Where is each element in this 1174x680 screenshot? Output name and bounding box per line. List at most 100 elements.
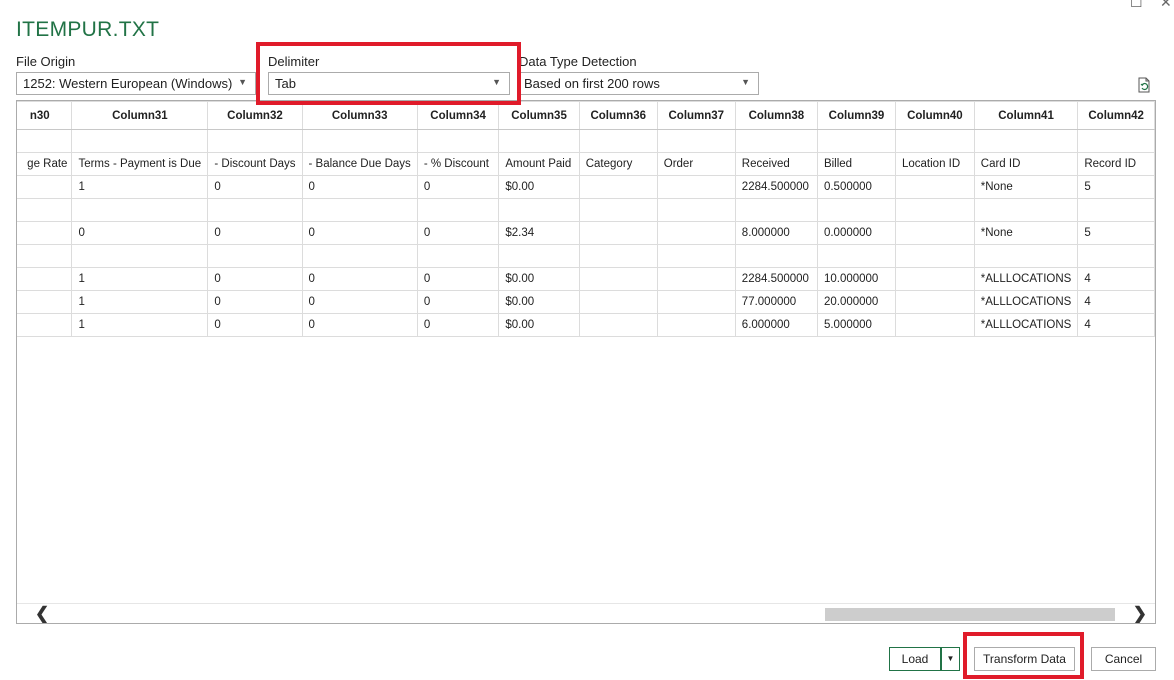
table-cell: 0 — [416, 290, 500, 314]
table-cell — [498, 198, 580, 222]
transform-highlight-box — [963, 632, 1084, 679]
table-cell — [71, 198, 209, 222]
table-cell — [416, 198, 500, 222]
scroll-left-icon[interactable]: ❮ — [35, 604, 49, 623]
column-header[interactable]: Column31 — [71, 101, 209, 130]
table-cell — [17, 313, 73, 337]
table-cell: $0.00 — [498, 313, 580, 337]
table-row — [17, 198, 1155, 222]
column-header[interactable]: Column35 — [498, 101, 580, 130]
table-cell — [973, 129, 1079, 153]
column-header[interactable]: n30 — [17, 101, 73, 130]
data-type-detection-dropdown[interactable]: Based on first 200 rows ▼ — [517, 72, 759, 95]
table-cell — [1077, 129, 1155, 153]
table-cell: 0 — [71, 221, 209, 245]
column-header[interactable]: Column40 — [894, 101, 975, 130]
table-cell — [17, 267, 73, 291]
table-row — [17, 244, 1155, 268]
load-dropdown-button[interactable]: ▼ — [941, 647, 960, 671]
table-cell: 0.500000 — [816, 175, 896, 199]
table-cell: 77.000000 — [734, 290, 818, 314]
table-cell: 6.000000 — [734, 313, 818, 337]
column-header[interactable]: Column36 — [578, 101, 658, 130]
table-cell — [656, 290, 736, 314]
table-cell: 0.000000 — [816, 221, 896, 245]
column-header[interactable]: Column33 — [301, 101, 418, 130]
table-cell — [578, 267, 658, 291]
table-cell: *ALLLOCATIONS — [973, 290, 1079, 314]
table-row: 1 0 0 0 $0.00 2284.500000 0.500000 *None 5 — [17, 175, 1155, 199]
table-cell: - Balance Due Days — [301, 152, 418, 176]
load-button[interactable]: Load — [889, 647, 941, 671]
table-cell — [894, 267, 975, 291]
column-header[interactable]: Column34 — [416, 101, 500, 130]
close-icon[interactable]: ✕ — [1160, 0, 1172, 11]
table-cell — [578, 313, 658, 337]
table-cell: 0 — [301, 313, 418, 337]
column-header[interactable]: Column32 — [207, 101, 303, 130]
table-cell: Order — [656, 152, 736, 176]
column-header[interactable]: Column39 — [816, 101, 896, 130]
table-cell: 1 — [71, 267, 209, 291]
column-header[interactable]: Column37 — [656, 101, 736, 130]
table-cell: $2.34 — [498, 221, 580, 245]
table-cell — [578, 175, 658, 199]
table-cell — [734, 244, 818, 268]
file-origin-dropdown[interactable]: 1252: Western European (Windows) ▼ — [16, 72, 256, 95]
table-cell — [207, 129, 303, 153]
table-cell: Category — [578, 152, 658, 176]
table-cell — [894, 198, 975, 222]
table-cell — [656, 175, 736, 199]
table-cell: 1 — [71, 290, 209, 314]
table-cell — [498, 129, 580, 153]
table-cell: 4 — [1077, 313, 1155, 337]
table-cell: 5 — [1077, 221, 1155, 245]
table-cell: Location ID — [894, 152, 975, 176]
scroll-right-icon[interactable]: ❯ — [1133, 604, 1147, 623]
table-cell: 0 — [416, 313, 500, 337]
maximize-icon[interactable]: ☐ — [1130, 0, 1143, 11]
table-cell: ge Rate — [17, 152, 73, 176]
table-cell: 0 — [207, 313, 303, 337]
refresh-icon[interactable] — [1136, 77, 1152, 93]
table-cell: 0 — [416, 175, 500, 199]
cancel-button[interactable]: Cancel — [1091, 647, 1156, 671]
horizontal-scrollbar[interactable]: ❮ ❯ — [17, 603, 1155, 623]
table-cell: *None — [973, 175, 1079, 199]
table-cell: 0 — [416, 267, 500, 291]
table-row: 0 0 0 0 $2.34 8.000000 0.000000 *None 5 — [17, 221, 1155, 245]
table-cell: 0 — [207, 221, 303, 245]
table-cell: 0 — [207, 175, 303, 199]
table-cell — [816, 244, 896, 268]
column-header[interactable]: Column42 — [1077, 101, 1155, 130]
table-cell — [578, 244, 658, 268]
table-cell — [1077, 244, 1155, 268]
table-cell: *ALLLOCATIONS — [973, 267, 1079, 291]
data-preview-grid[interactable]: n30 Column31 Column32 Column33 Column34 Colum… — [16, 100, 1156, 624]
table-cell: 0 — [207, 290, 303, 314]
file-origin-label: File Origin — [16, 54, 76, 69]
table-row: 1 0 0 0 $0.00 6.000000 5.000000 *ALLLOCATIONS 4 — [17, 313, 1155, 337]
table-cell: 10.000000 — [816, 267, 896, 291]
table-cell — [656, 313, 736, 337]
table-cell: 4 — [1077, 290, 1155, 314]
table-cell: - % Discount — [416, 152, 500, 176]
table-cell — [894, 313, 975, 337]
table-cell — [734, 198, 818, 222]
table-cell — [578, 221, 658, 245]
table-cell — [416, 129, 500, 153]
table-cell: 20.000000 — [816, 290, 896, 314]
table-cell: Amount Paid — [498, 152, 580, 176]
scrollbar-thumb[interactable] — [825, 608, 1115, 621]
table-cell: 1 — [71, 175, 209, 199]
table-cell — [301, 244, 418, 268]
data-type-detection-label: Data Type Detection — [519, 54, 637, 69]
header-row: n30 Column31 Column32 Column33 Column34 Colum… — [17, 101, 1155, 130]
table-cell — [1077, 198, 1155, 222]
table-cell — [498, 244, 580, 268]
table-cell — [656, 129, 736, 153]
column-header[interactable]: Column38 — [734, 101, 818, 130]
table-cell — [416, 244, 500, 268]
table-cell: 5.000000 — [816, 313, 896, 337]
column-header[interactable]: Column41 — [973, 101, 1079, 130]
